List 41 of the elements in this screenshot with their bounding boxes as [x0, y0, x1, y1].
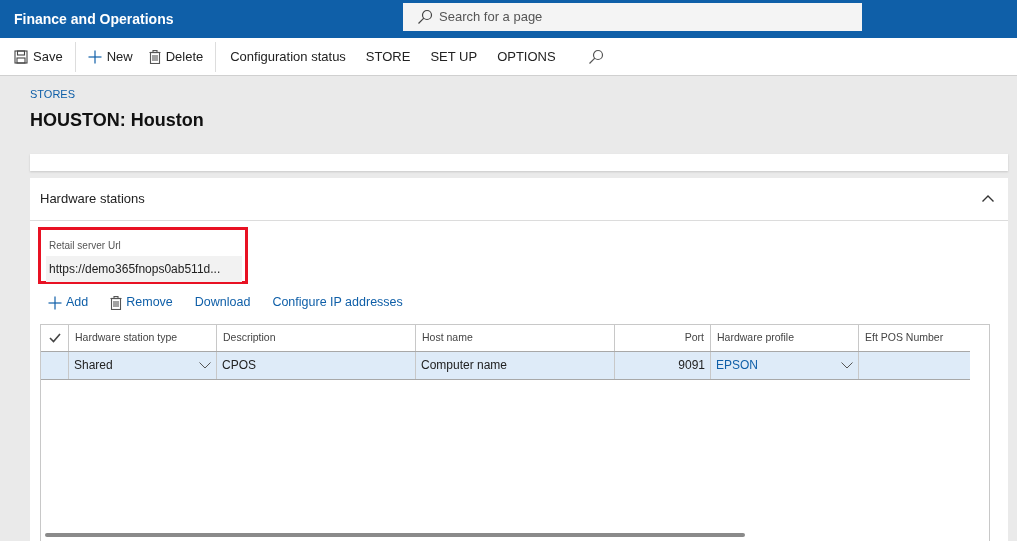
- action-button[interactable]: Configure IP addresses: [270, 293, 405, 312]
- toolbar-button[interactable]: SET UP: [420, 41, 488, 72]
- new-button[interactable]: New: [79, 41, 141, 72]
- toolbar-button[interactable]: STORE: [355, 41, 421, 72]
- section-title: Hardware stations: [40, 189, 145, 208]
- plus-icon: [48, 295, 62, 310]
- column-header[interactable]: Host name: [416, 324, 615, 351]
- column-header[interactable]: Description: [217, 324, 416, 351]
- field-label: Retail server Url: [49, 238, 122, 253]
- search-icon: [417, 9, 433, 25]
- table-cell-text: CPOS: [222, 357, 256, 374]
- column-header[interactable]: Eft POS Number: [859, 324, 970, 351]
- save-icon: [14, 49, 28, 64]
- chevron-down-icon: [841, 361, 853, 369]
- app-title: Finance and Operations: [14, 9, 174, 29]
- checkmark-icon: [48, 332, 61, 343]
- column-header[interactable]: Port: [615, 324, 711, 351]
- plus-icon: [87, 49, 102, 64]
- trash-icon: [148, 49, 161, 64]
- dropdown-value[interactable]: Shared: [74, 356, 113, 374]
- chevron-down-icon: [199, 361, 211, 369]
- remove-button[interactable]: Remove: [108, 293, 175, 312]
- table-row[interactable]: Shared CPOS Computer name 9091 EPSON: [41, 351, 970, 380]
- scrollbar-thumb[interactable]: [45, 533, 745, 537]
- action-button[interactable]: Download: [192, 293, 253, 312]
- page-title: HOUSTON: Houston: [30, 108, 205, 132]
- url-field[interactable]: https://demo365fnops0ab511d...: [46, 255, 242, 282]
- save-button[interactable]: Save: [6, 41, 71, 72]
- table-cell-text: 9091: [678, 357, 705, 374]
- add-button[interactable]: Add: [46, 293, 91, 312]
- delete-button[interactable]: Delete: [140, 41, 212, 72]
- column-header[interactable]: Hardware station type: [69, 324, 217, 351]
- dropdown-value[interactable]: EPSON: [716, 356, 758, 374]
- toolbar-button[interactable]: Configuration status: [220, 41, 356, 72]
- table-cell-text: Computer name: [421, 357, 508, 374]
- trash-icon: [110, 295, 123, 310]
- search-icon: [587, 48, 604, 65]
- column-header[interactable]: Hardware profile: [711, 324, 859, 351]
- breadcrumb-link[interactable]: STORES: [30, 86, 76, 103]
- toolbar-button[interactable]: OPTIONS: [487, 41, 566, 72]
- search-field[interactable]: Search for a page: [403, 3, 862, 31]
